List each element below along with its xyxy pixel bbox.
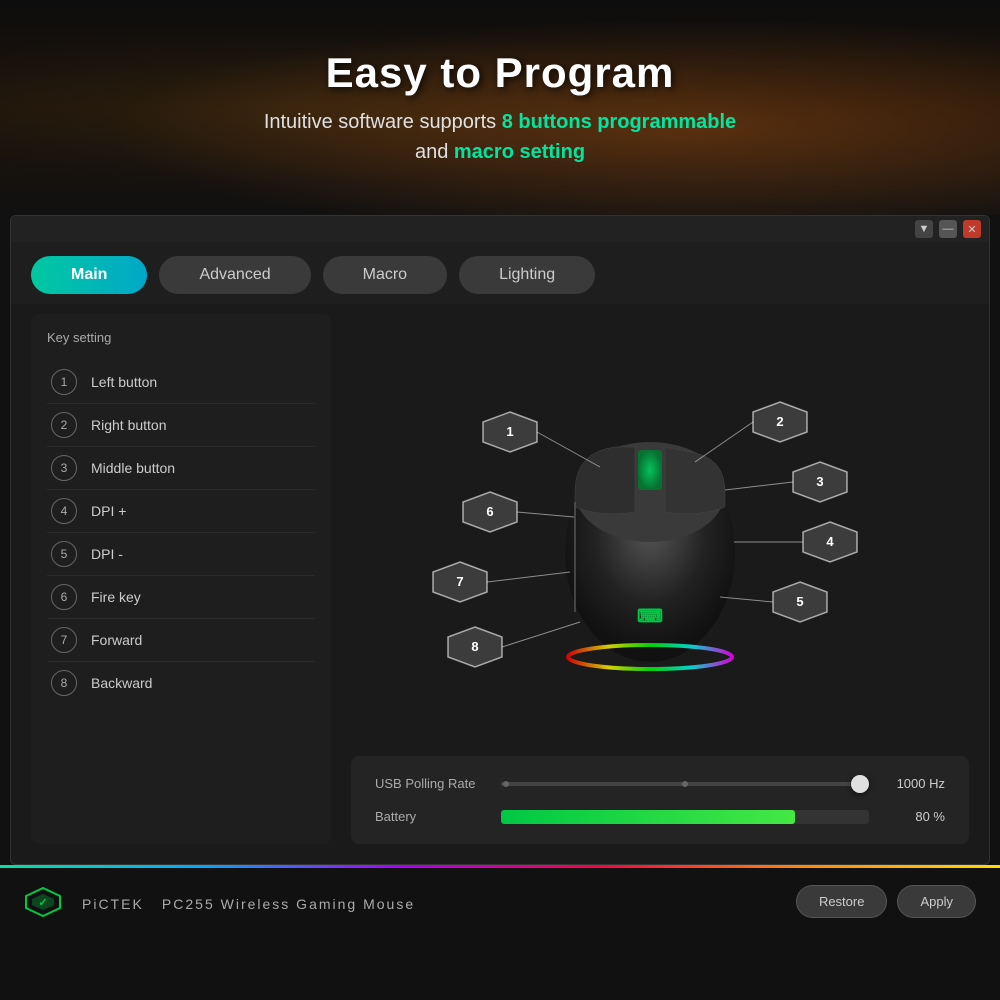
key-settings-panel: Key setting 1 Left button 2 Right button… — [31, 314, 331, 844]
key-label-8: Backward — [91, 675, 152, 691]
hero-highlight-1: 8 buttons programmable — [502, 111, 736, 133]
brand-name-pictek: PiCTEK — [82, 896, 144, 912]
key-item-2[interactable]: 2 Right button — [47, 404, 315, 447]
key-label-6: Fire key — [91, 589, 141, 605]
svg-text:7: 7 — [456, 574, 463, 589]
key-num-1: 1 — [51, 369, 77, 395]
key-item-3[interactable]: 3 Middle button — [47, 447, 315, 490]
close-button[interactable]: ✕ — [963, 220, 981, 238]
mouse-diagram-svg: ⌨ 1 2 3 4 — [380, 362, 940, 692]
key-item-1[interactable]: 1 Left button — [47, 361, 315, 404]
svg-text:⌨: ⌨ — [637, 606, 663, 626]
restore-button[interactable]: Restore — [796, 885, 888, 918]
key-item-7[interactable]: 7 Forward — [47, 619, 315, 662]
svg-text:4: 4 — [826, 534, 834, 549]
key-num-5: 5 — [51, 541, 77, 567]
title-bar: ▼ — ✕ — [11, 216, 989, 242]
polling-thumb[interactable] — [851, 775, 869, 793]
key-label-7: Forward — [91, 632, 142, 648]
svg-text:6: 6 — [486, 504, 493, 519]
content-area: Key setting 1 Left button 2 Right button… — [11, 304, 989, 864]
polling-rate-row: USB Polling Rate 1000 Hz — [375, 776, 945, 791]
key-num-4: 4 — [51, 498, 77, 524]
tab-lighting[interactable]: Lighting — [459, 256, 595, 294]
filter-button[interactable]: ▼ — [915, 220, 933, 238]
key-num-3: 3 — [51, 455, 77, 481]
apply-button[interactable]: Apply — [897, 885, 976, 918]
hero-section: Easy to Program Intuitive software suppo… — [0, 0, 1000, 215]
svg-text:1: 1 — [506, 424, 513, 439]
key-label-3: Middle button — [91, 460, 175, 476]
key-list: 1 Left button 2 Right button 3 Middle bu… — [47, 361, 315, 704]
brand: ✓ PiCTEK PC255 Wireless Gaming Mouse — [24, 886, 415, 918]
key-label-4: DPI + — [91, 503, 126, 519]
app-window: ▼ — ✕ Main Advanced Macro Lighting Key s… — [10, 215, 990, 865]
polling-label: USB Polling Rate — [375, 776, 485, 791]
key-item-5[interactable]: 5 DPI - — [47, 533, 315, 576]
battery-fill — [501, 810, 795, 824]
key-num-8: 8 — [51, 670, 77, 696]
key-settings-title: Key setting — [47, 330, 315, 345]
hero-highlight-2: macro setting — [454, 141, 585, 163]
key-label-2: Right button — [91, 417, 167, 433]
key-label-5: DPI - — [91, 546, 123, 562]
svg-text:✓: ✓ — [38, 897, 47, 909]
brand-product: PC255 Wireless Gaming Mouse — [162, 896, 415, 912]
key-num-6: 6 — [51, 584, 77, 610]
dot-1 — [503, 781, 509, 787]
tab-macro[interactable]: Macro — [323, 256, 447, 294]
key-num-7: 7 — [51, 627, 77, 653]
battery-value: 80 % — [885, 809, 945, 824]
brand-logo-icon: ✓ — [24, 886, 62, 918]
hero-subtitle: Intuitive software supports 8 buttons pr… — [264, 107, 736, 167]
key-item-8[interactable]: 8 Backward — [47, 662, 315, 704]
key-item-4[interactable]: 4 DPI + — [47, 490, 315, 533]
battery-track — [501, 810, 869, 824]
mouse-diagram: ⌨ 1 2 3 4 — [351, 314, 969, 740]
slider-dots — [501, 781, 869, 787]
footer: ✓ PiCTEK PC255 Wireless Gaming Mouse Res… — [0, 865, 1000, 935]
right-panel: ⌨ 1 2 3 4 — [351, 314, 969, 844]
polling-value: 1000 Hz — [885, 776, 945, 791]
polling-slider[interactable] — [501, 782, 869, 786]
key-num-2: 2 — [51, 412, 77, 438]
dot-2 — [682, 781, 688, 787]
hero-title: Easy to Program — [326, 49, 675, 97]
footer-buttons: Restore Apply — [796, 885, 976, 918]
hero-subtitle-mid: and — [415, 141, 454, 163]
svg-text:2: 2 — [776, 414, 783, 429]
key-label-1: Left button — [91, 374, 157, 390]
minimize-button[interactable]: — — [939, 220, 957, 238]
info-panel: USB Polling Rate 1000 Hz Battery — [351, 756, 969, 844]
tab-bar: Main Advanced Macro Lighting — [11, 242, 989, 304]
hero-subtitle-plain: Intuitive software supports — [264, 111, 502, 133]
svg-text:5: 5 — [796, 594, 803, 609]
battery-row: Battery 80 % — [375, 809, 945, 824]
svg-text:8: 8 — [471, 639, 478, 654]
key-item-6[interactable]: 6 Fire key — [47, 576, 315, 619]
tab-advanced[interactable]: Advanced — [159, 256, 310, 294]
battery-label: Battery — [375, 809, 485, 824]
svg-text:3: 3 — [816, 474, 823, 489]
brand-name: PiCTEK PC255 Wireless Gaming Mouse — [72, 889, 415, 915]
tab-main[interactable]: Main — [31, 256, 147, 294]
